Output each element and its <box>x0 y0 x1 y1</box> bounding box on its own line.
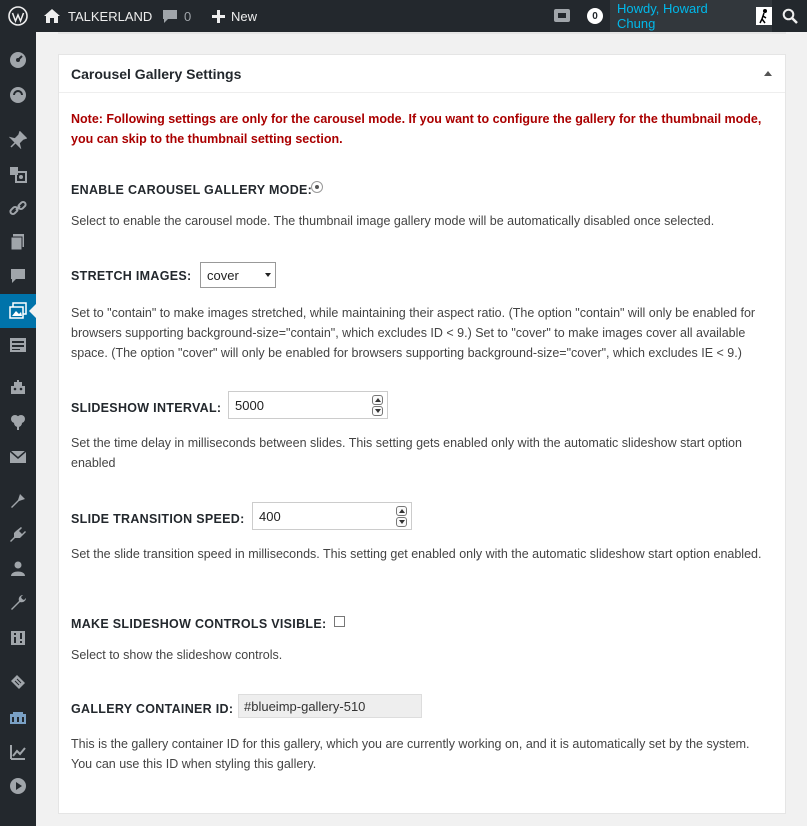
feedback-icon[interactable] <box>0 405 36 439</box>
posts-icon[interactable] <box>0 123 36 157</box>
slideshow-interval-value: 5000 <box>235 397 264 413</box>
notification-count[interactable]: 0 <box>587 0 603 32</box>
comment-icon <box>163 9 177 23</box>
stretch-images-select[interactable]: cover <box>200 262 276 288</box>
updates-icon[interactable] <box>0 78 36 112</box>
analytics-icon[interactable] <box>0 735 36 769</box>
users-icon[interactable] <box>0 552 36 586</box>
plus-icon <box>212 9 225 23</box>
account-menu[interactable]: Howdy, Howard Chung <box>610 0 772 32</box>
home-icon <box>44 9 60 23</box>
links-icon[interactable] <box>0 191 36 225</box>
admin-bar: TALKERLAND 0 New 0 Howdy, Howard Chung <box>0 0 807 32</box>
new-label: New <box>231 8 258 24</box>
site-name: TALKERLAND <box>68 8 153 24</box>
carousel-note: Note: Following settings are only for th… <box>71 112 762 146</box>
plugin-icon[interactable] <box>0 370 36 404</box>
interval-spinner[interactable] <box>372 395 384 417</box>
tools-icon[interactable] <box>0 586 36 620</box>
container-id-field[interactable]: #blueimp-gallery-510 <box>238 694 422 718</box>
gallery-icon[interactable] <box>0 294 36 328</box>
dashboard-icon[interactable] <box>0 43 36 77</box>
spin-down-icon[interactable] <box>372 406 383 416</box>
forms-icon[interactable] <box>0 328 36 362</box>
transition-speed-input[interactable]: 400 <box>252 502 412 530</box>
select-arrow-icon <box>265 273 271 277</box>
slider-icon[interactable] <box>0 701 36 735</box>
speed-spinner[interactable] <box>396 506 408 528</box>
slideshow-interval-desc: Set the time delay in milliseconds betwe… <box>71 436 742 470</box>
notification-icon[interactable] <box>553 0 571 32</box>
slideshow-controls-label: MAKE SLIDESHOW CONTROLS VISIBLE: <box>71 617 327 631</box>
howdy-text: Howdy, Howard Chung <box>617 1 708 31</box>
play-icon[interactable] <box>0 769 36 803</box>
previous-panel-edge <box>58 32 786 34</box>
plugins-icon[interactable] <box>0 518 36 552</box>
stretch-images-desc: Set to "contain" to make images stretche… <box>71 306 756 360</box>
panel-header[interactable]: Carousel Gallery Settings <box>59 55 785 93</box>
media-icon[interactable] <box>0 157 36 191</box>
comments-count: 0 <box>184 8 192 24</box>
search-icon[interactable] <box>772 0 807 32</box>
container-id-label: GALLERY CONTAINER ID: <box>71 702 234 716</box>
enable-carousel-label: ENABLE CAROUSEL GALLERY MODE: <box>71 183 313 197</box>
comments-link[interactable]: 0 <box>162 0 191 32</box>
slideshow-controls-desc: Select to show the slideshow controls. <box>71 648 283 662</box>
slideshow-interval-label: SLIDESHOW INTERVAL: <box>71 401 222 415</box>
carousel-settings-panel: Carousel Gallery Settings Note: Followin… <box>58 54 786 814</box>
stretch-images-value: cover <box>207 267 239 283</box>
comments-icon[interactable] <box>0 259 36 293</box>
pages-icon[interactable] <box>0 225 36 259</box>
appearance-icon[interactable] <box>0 484 36 518</box>
avatar <box>756 7 772 25</box>
tag-icon[interactable] <box>0 665 36 699</box>
enable-carousel-radio[interactable] <box>311 181 323 193</box>
transition-speed-label: SLIDE TRANSITION SPEED: <box>71 512 245 526</box>
slideshow-interval-input[interactable]: 5000 <box>228 391 388 419</box>
spin-up-icon[interactable] <box>396 506 407 516</box>
panel-title: Carousel Gallery Settings <box>71 66 242 82</box>
container-id-value: #blueimp-gallery-510 <box>244 698 366 714</box>
spin-up-icon[interactable] <box>372 395 383 405</box>
collapse-arrow-icon[interactable] <box>762 67 774 79</box>
stretch-images-label: STRETCH IMAGES: <box>71 269 192 283</box>
transition-speed-desc: Set the slide transition speed in millis… <box>71 547 762 561</box>
site-name-link[interactable]: TALKERLAND <box>44 0 152 32</box>
spin-down-icon[interactable] <box>396 517 407 527</box>
admin-sidebar <box>0 32 36 826</box>
mail-icon[interactable] <box>0 440 36 474</box>
slideshow-controls-checkbox[interactable] <box>334 616 345 627</box>
container-id-desc: This is the gallery container ID for thi… <box>71 737 750 771</box>
new-content-link[interactable]: New <box>212 0 257 32</box>
transition-speed-value: 400 <box>259 508 281 524</box>
notification-count-badge: 0 <box>587 8 603 24</box>
settings-icon[interactable] <box>0 621 36 655</box>
enable-carousel-desc: Select to enable the carousel mode. The … <box>71 214 715 228</box>
wordpress-logo-icon[interactable] <box>0 0 36 32</box>
